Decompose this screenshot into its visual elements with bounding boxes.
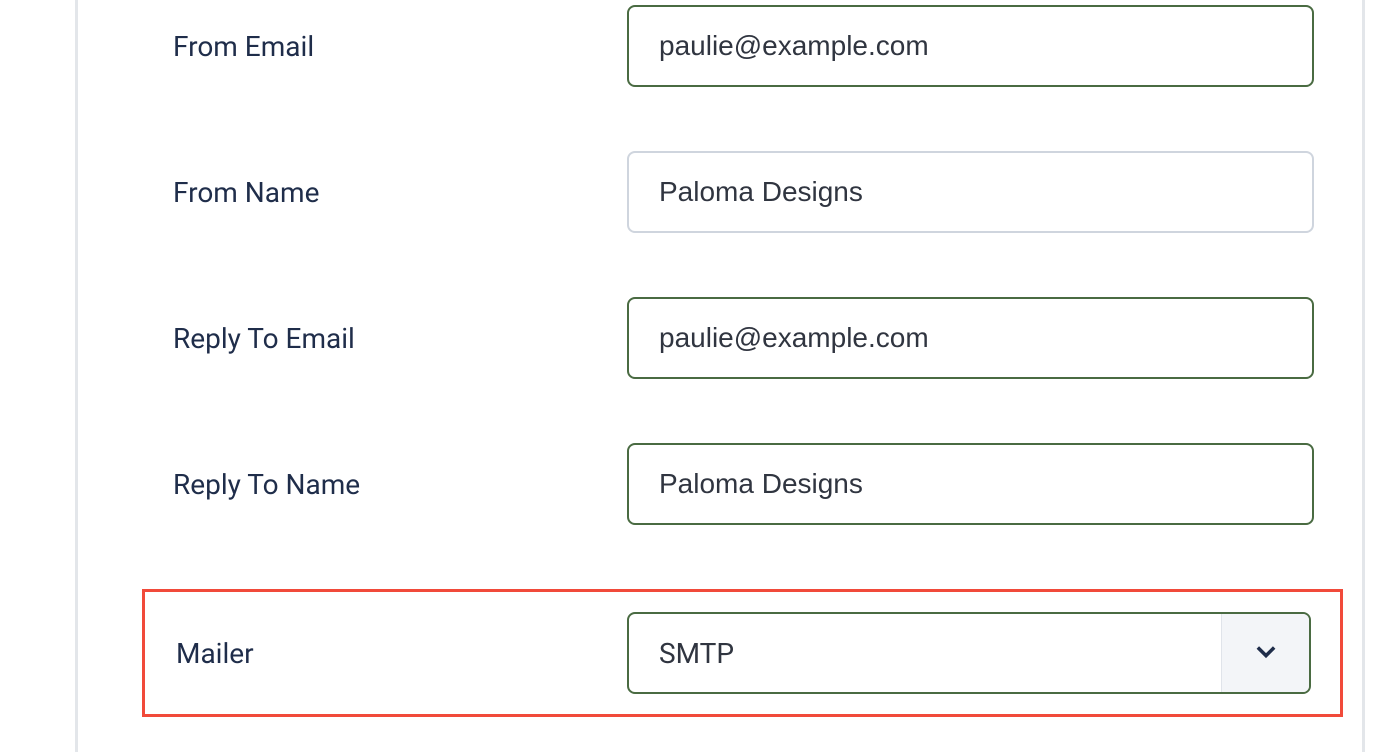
from-email-label: From Email bbox=[173, 30, 314, 63]
row-reply-to-email: Reply To Email bbox=[145, 297, 1340, 379]
label-col: From Name bbox=[145, 176, 627, 209]
field-col: SMTP bbox=[627, 612, 1340, 694]
field-col bbox=[627, 297, 1340, 379]
mailer-select-value: SMTP bbox=[629, 614, 1221, 692]
from-email-input[interactable] bbox=[627, 5, 1314, 87]
mailer-label: Mailer bbox=[176, 637, 254, 670]
form-content: From Email From Name Reply To Email bbox=[75, 0, 1365, 717]
chevron-down-icon bbox=[1252, 637, 1280, 669]
label-col: Mailer bbox=[145, 637, 627, 670]
label-col: From Email bbox=[145, 30, 627, 63]
field-col bbox=[627, 151, 1340, 233]
row-from-name: From Name bbox=[145, 151, 1340, 233]
form-panel: From Email From Name Reply To Email bbox=[0, 0, 1400, 752]
reply-to-email-input[interactable] bbox=[627, 297, 1314, 379]
panel-right-border bbox=[1362, 0, 1365, 752]
field-col bbox=[627, 443, 1340, 525]
mailer-select-caret bbox=[1221, 614, 1309, 692]
field-col bbox=[627, 5, 1340, 87]
mailer-select[interactable]: SMTP bbox=[627, 612, 1311, 694]
reply-to-email-label: Reply To Email bbox=[173, 322, 355, 355]
from-name-label: From Name bbox=[173, 176, 319, 209]
label-col: Reply To Name bbox=[145, 468, 627, 501]
row-mailer: Mailer SMTP bbox=[142, 589, 1343, 717]
from-name-input[interactable] bbox=[627, 151, 1314, 233]
reply-to-name-input[interactable] bbox=[627, 443, 1314, 525]
panel-left-border bbox=[75, 0, 78, 752]
row-reply-to-name: Reply To Name bbox=[145, 443, 1340, 525]
row-from-email: From Email bbox=[145, 5, 1340, 87]
label-col: Reply To Email bbox=[145, 322, 627, 355]
reply-to-name-label: Reply To Name bbox=[173, 468, 360, 501]
